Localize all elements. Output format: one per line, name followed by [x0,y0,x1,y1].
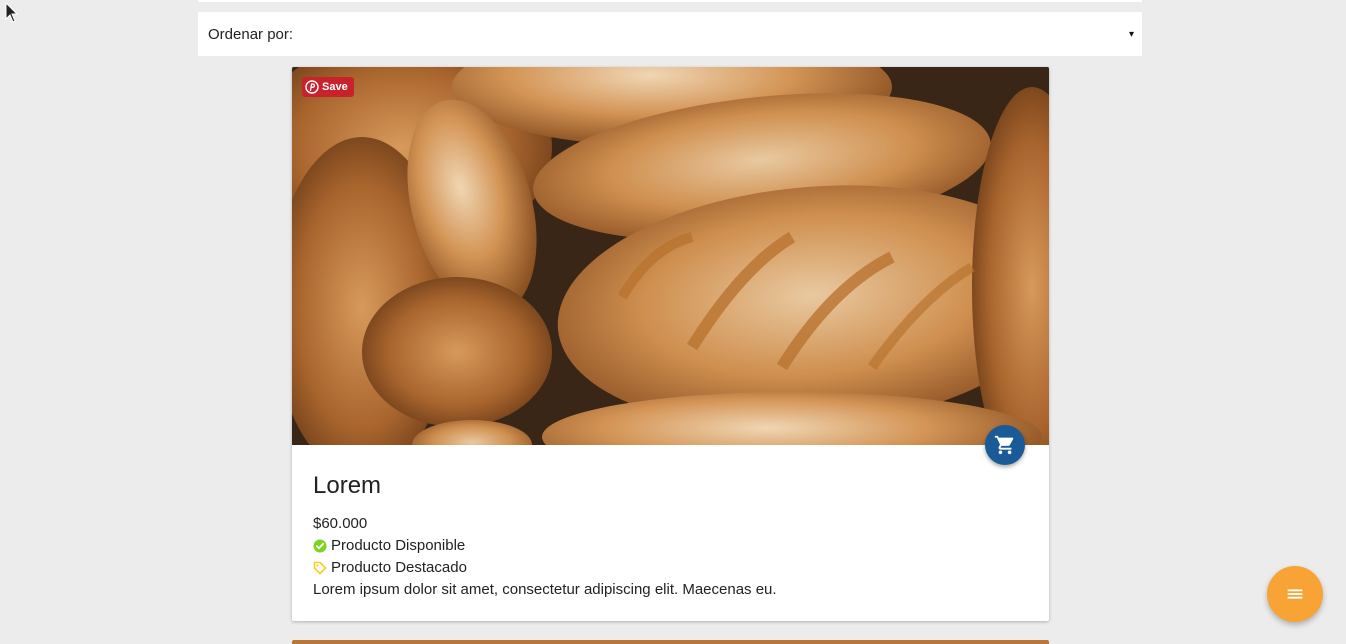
bread-image [292,67,1049,445]
menu-button[interactable] [1267,566,1323,622]
shopping-cart-icon [994,435,1014,455]
featured-row: Producto Destacado [313,557,1028,579]
product-price: $60.000 [313,513,1028,535]
price-value: $60.000 [313,515,368,532]
product-card: Save Lorem $60.000 Producto Disponible P… [292,67,1049,621]
menu-icon [1287,589,1303,599]
mouse-cursor-icon [5,2,19,23]
sort-label: Ordenar por: [208,25,294,43]
pinterest-save-label: Save [322,81,348,93]
sort-select[interactable]: Ordenar por: ▾ [198,12,1142,56]
tag-icon [313,561,327,575]
product-image[interactable]: Save [292,67,1049,445]
dropdown-arrow-icon: ▾ [1128,28,1134,40]
featured-text: Producto Destacado [331,559,467,576]
product-description: Lorem ipsum dolor sit amet, consectetur … [313,579,1028,601]
check-circle-icon [313,539,327,553]
description-text: Lorem ipsum dolor sit amet, consectetur … [313,581,777,598]
pinterest-icon [305,80,319,94]
pinterest-save-button[interactable]: Save [302,77,354,97]
product-details: Lorem $60.000 Producto Disponible Produc… [313,472,1028,601]
top-divider [198,0,1142,2]
availability-text: Producto Disponible [331,537,466,554]
availability-row: Producto Disponible [313,535,1028,557]
add-to-cart-button[interactable] [985,425,1025,465]
next-product-card[interactable] [292,640,1049,644]
product-title: Lorem [313,472,382,499]
